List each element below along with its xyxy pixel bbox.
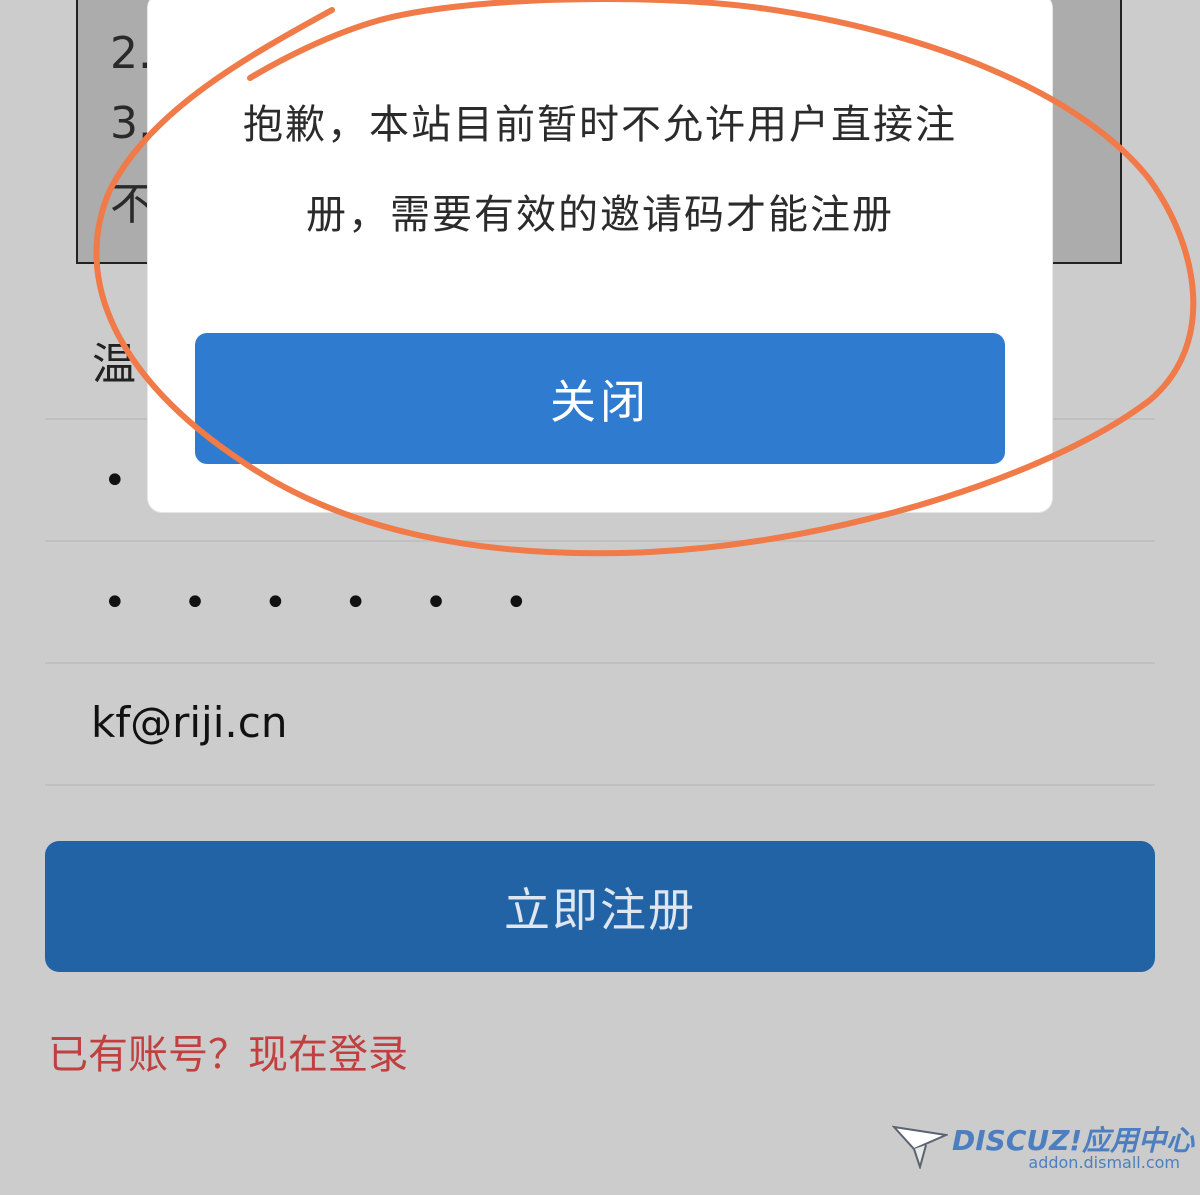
confirm-password-field[interactable]: • • • • • • <box>45 542 1155 664</box>
dialog-close-button[interactable]: 关闭 <box>195 333 1005 464</box>
login-now-link[interactable]: 已有账号？现在登录 <box>48 1022 408 1080</box>
email-field[interactable]: kf@riji.cn <box>45 664 1155 786</box>
watermark-url: addon.dismall.com <box>1028 1153 1180 1172</box>
notice-line-2: 2. <box>110 28 152 79</box>
password-value: • <box>103 458 149 504</box>
paper-plane-icon <box>892 1125 948 1169</box>
confirm-password-value: • • • • • • <box>103 580 551 626</box>
notice-line-3: 3. <box>110 98 152 149</box>
email-value: kf@riji.cn <box>91 698 288 747</box>
register-now-button[interactable]: 立即注册 <box>45 841 1155 972</box>
dialog-message: 抱歉，本站目前暂时不允许用户直接注册，需要有效的邀请码才能注册 <box>243 102 957 238</box>
discuz-watermark: DISCUZ!应用中心 addon.dismall.com <box>892 1119 1194 1179</box>
registration-disabled-dialog: 抱歉，本站目前暂时不允许用户直接注册，需要有效的邀请码才能注册 关闭 <box>148 0 1052 512</box>
